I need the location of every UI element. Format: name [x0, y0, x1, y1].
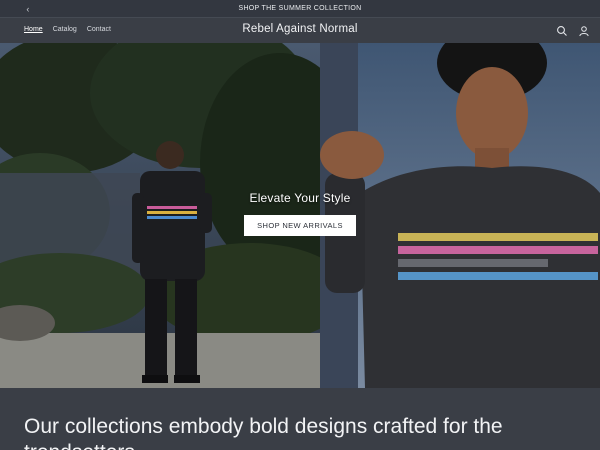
intro-section: Our collections embody bold designs craf…	[0, 388, 600, 450]
hero-content: Elevate Your Style SHOP NEW ARRIVALS	[0, 191, 600, 236]
brand-logo-text[interactable]: Rebel Against Normal	[0, 23, 600, 35]
hero-banner: Elevate Your Style SHOP NEW ARRIVALS	[0, 43, 600, 388]
chevron-left-icon[interactable]: ‹	[22, 3, 34, 15]
intro-heading: Our collections embody bold designs craf…	[24, 415, 503, 450]
announcement-bar: ‹ SHOP THE SUMMER COLLECTION	[0, 0, 600, 18]
shop-new-arrivals-button[interactable]: SHOP NEW ARRIVALS	[244, 215, 356, 236]
hero-title: Elevate Your Style	[249, 191, 351, 205]
search-icon[interactable]	[556, 24, 568, 36]
announcement-text: SHOP THE SUMMER COLLECTION	[238, 5, 362, 12]
site-header: Home Catalog Contact Rebel Against Norma…	[0, 18, 600, 43]
account-icon[interactable]	[578, 24, 590, 37]
header-icons	[556, 24, 590, 37]
